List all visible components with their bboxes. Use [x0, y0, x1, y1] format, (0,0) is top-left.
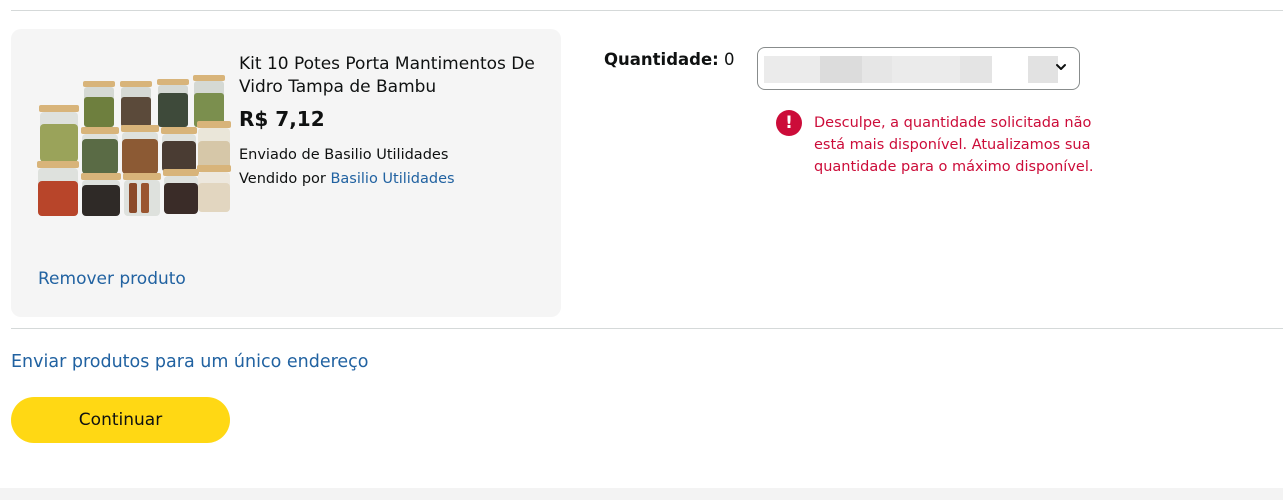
shipped-from-text: Enviado de Basilio Utilidades	[239, 147, 449, 163]
sold-by-line: Vendido por Basilio Utilidades	[239, 167, 549, 191]
seller-link[interactable]: Basilio Utilidades	[330, 171, 454, 187]
remove-product-link[interactable]: Remover produto	[38, 269, 186, 289]
quantity-select[interactable]	[757, 47, 1080, 90]
error-message: Desculpe, a quantidade solicitada não es…	[814, 115, 1094, 175]
product-card: Kit 10 Potes Porta Mantimentos De Vidro …	[11, 29, 561, 317]
blurred-option	[960, 56, 992, 83]
product-info: Kit 10 Potes Porta Mantimentos De Vidro …	[239, 53, 549, 191]
spice-jars-image	[37, 75, 231, 216]
sold-by-label: Vendido por	[239, 171, 326, 187]
blurred-option	[1028, 56, 1058, 83]
top-divider	[11, 10, 1283, 11]
footer-band	[0, 488, 1283, 500]
product-title[interactable]: Kit 10 Potes Porta Mantimentos De Vidro …	[239, 53, 549, 99]
quantity-value: 0	[724, 50, 735, 69]
product-price: R$ 7,12	[239, 107, 325, 131]
checkout-page: Kit 10 Potes Porta Mantimentos De Vidro …	[0, 0, 1283, 500]
quantity-label-text: Quantidade:	[604, 50, 719, 69]
quantity-label: Quantidade: 0	[604, 50, 735, 69]
blurred-option	[892, 56, 960, 83]
chevron-down-icon	[1056, 64, 1066, 70]
error-icon: !	[776, 110, 802, 136]
mid-divider	[11, 328, 1283, 329]
continue-button[interactable]: Continuar	[11, 397, 230, 443]
blurred-option	[862, 56, 892, 83]
blurred-option	[764, 56, 820, 83]
single-address-link[interactable]: Enviar produtos para um único endereço	[11, 352, 369, 372]
blurred-option	[820, 56, 862, 83]
